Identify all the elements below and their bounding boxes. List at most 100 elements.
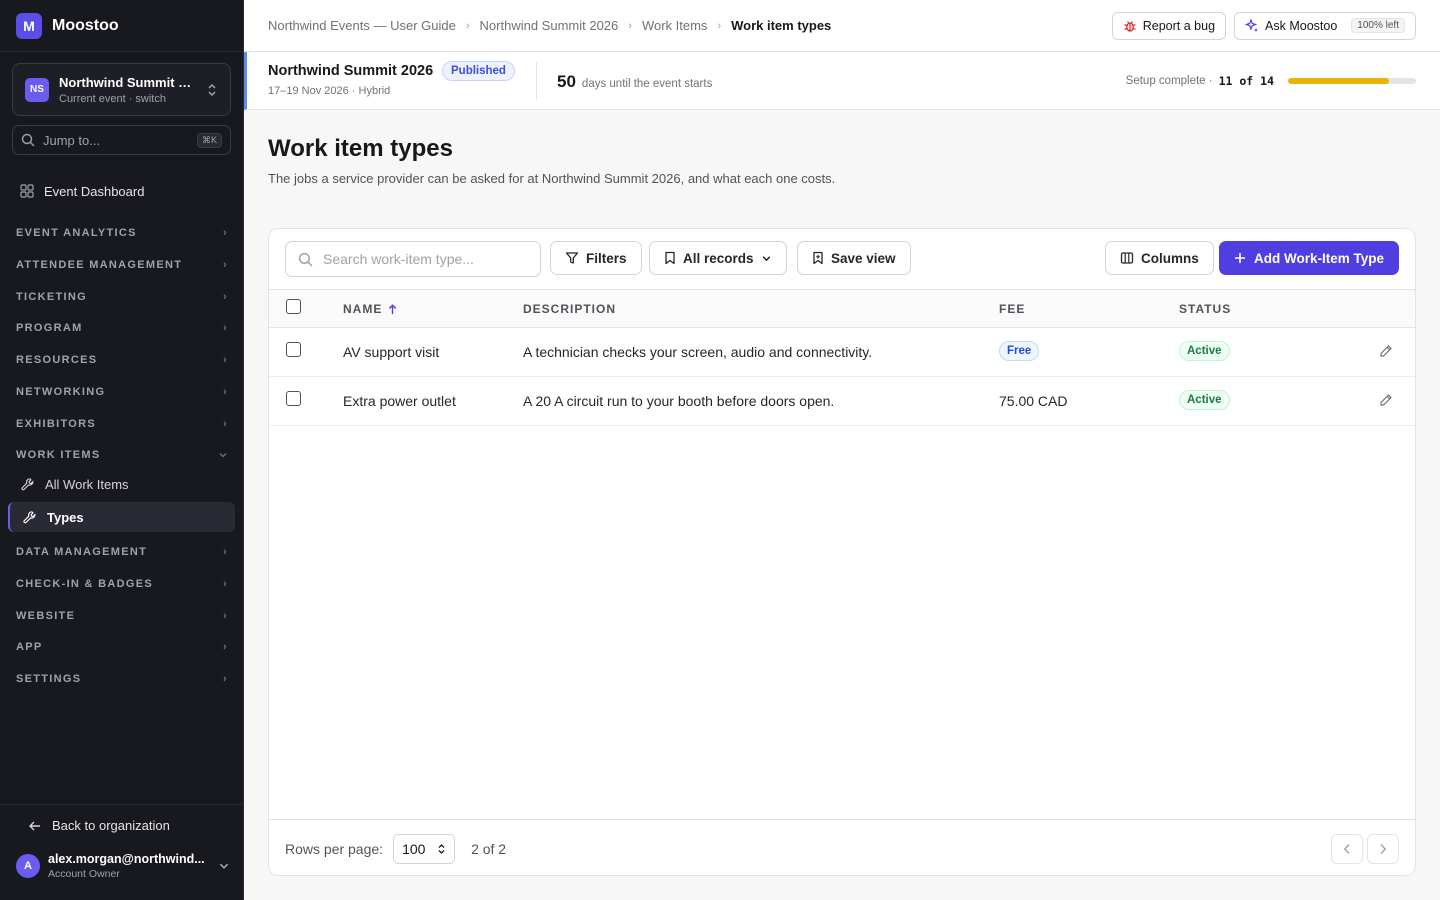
breadcrumb-item[interactable]: Northwind Summit 2026 [480,18,619,33]
table-row[interactable]: AV support visit A technician checks you… [269,328,1415,377]
jump-to-input[interactable]: Jump to... ⌘K [12,125,231,155]
sidebar-item-all-work-items[interactable]: All Work Items [8,469,235,499]
search-field[interactable] [285,241,541,277]
filters-button[interactable]: Filters [550,241,642,275]
wrench-icon [20,477,35,492]
nav-group-resources[interactable]: RESOURCES › [0,348,244,372]
chevron-right-icon: › [223,418,228,430]
nav-group-data-management[interactable]: DATA MANAGEMENT › [0,540,244,564]
page-description: The jobs a service provider can be asked… [268,171,836,186]
work-item-types-table-card: Filters All records Save view Columns Ad… [268,228,1416,876]
ask-moostoo-label: Ask Moostoo [1265,18,1338,33]
jump-shortcut: ⌘K [196,132,222,148]
nav-group-check-in-badges[interactable]: CHECK-IN & BADGES › [0,572,244,596]
row-checkbox[interactable] [286,391,301,406]
nav-group-work-items[interactable]: WORK ITEMS [0,443,244,467]
nav-group-label: DATA MANAGEMENT [16,546,148,558]
plus-icon [1234,252,1246,264]
edit-pencil-icon[interactable] [1379,344,1393,358]
nav-group-website[interactable]: WEBSITE › [0,604,244,628]
breadcrumb-item[interactable]: Northwind Events — User Guide [268,18,456,33]
nav-group-label: ATTENDEE MANAGEMENT [16,259,183,271]
sidebar-footer-divider [0,804,244,805]
edit-pencil-icon[interactable] [1379,393,1393,407]
column-header-description[interactable]: DESCRIPTION [523,302,616,316]
column-header-fee[interactable]: FEE [999,302,1025,316]
add-work-item-type-button[interactable]: Add Work-Item Type [1218,241,1399,275]
sidebar-item-label: Event Dashboard [44,183,145,199]
table-row[interactable]: Extra power outlet A 20 A circuit run to… [269,377,1415,426]
ask-moostoo-button[interactable]: Ask Moostoo 100% left [1234,11,1416,40]
column-header-name[interactable]: NAME [343,302,397,316]
nav-group-label: RESOURCES [16,354,98,366]
nav-group-app[interactable]: APP › [0,635,244,659]
bookmark-icon [664,251,676,265]
nav-group-networking[interactable]: NETWORKING › [0,380,244,404]
columns-button[interactable]: Columns [1105,241,1214,275]
previous-page-button[interactable] [1331,833,1363,864]
nav-group-label: NETWORKING [16,386,106,398]
progress-fill [1288,78,1389,84]
user-role: Account Owner [48,868,120,880]
chevron-right-icon: › [223,259,228,271]
event-switcher[interactable]: NS Northwind Summit 2... Current event ·… [12,63,231,116]
nav-group-label: WORK ITEMS [16,449,101,461]
breadcrumb: Northwind Events — User Guide › Northwin… [268,18,831,33]
nav-group-program[interactable]: PROGRAM › [0,316,244,340]
report-bug-label: Report a bug [1142,18,1216,33]
event-strip: Northwind Summit 2026 Published 17–19 No… [244,52,1440,110]
nav-group-label: PROGRAM [16,322,83,334]
nav-group-attendee-management[interactable]: ATTENDEE MANAGEMENT › [0,253,244,277]
table-footer: Rows per page: 100 2 of 2 [269,819,1415,875]
top-bar: Northwind Events — User Guide › Northwin… [244,0,1440,52]
rows-per-page-select[interactable]: 100 [393,833,456,864]
filters-label: Filters [586,250,627,266]
next-page-button[interactable] [1367,833,1399,864]
status-badge: Active [1179,341,1230,361]
nav-group-label: TICKETING [16,291,87,303]
countdown: 50 days until the event starts [557,72,712,92]
chevron-right-icon [1379,843,1387,855]
select-all-checkbox[interactable] [286,299,301,314]
brand[interactable]: M Moostoo [0,0,243,52]
nav-group-label: WEBSITE [16,610,76,622]
back-to-organization-link[interactable]: Back to organization [28,818,170,833]
setup-label: Setup complete · [1125,75,1213,87]
chevron-right-icon: › [223,322,228,334]
chevron-right-icon: › [223,227,228,239]
event-name: Northwind Summit 2026 [268,63,434,79]
nav-group-label: SETTINGS [16,673,82,685]
nav-group-event-analytics[interactable]: EVENT ANALYTICS › [0,221,244,245]
user-menu[interactable]: A alex.morgan@northwind... Account Owner [16,852,230,880]
status-badge: Published [442,61,515,81]
search-input[interactable] [323,251,523,267]
progress-bar [1288,78,1416,84]
nav-group-settings[interactable]: SETTINGS › [0,667,244,691]
save-view-button[interactable]: Save view [797,241,911,275]
chevron-up-down-icon [206,83,218,97]
column-header-status[interactable]: STATUS [1179,302,1231,316]
brand-logo: M [16,12,42,39]
chevron-right-icon: › [223,578,228,590]
sidebar-item-label: All Work Items [45,476,129,492]
columns-icon [1120,251,1134,265]
sidebar: M Moostoo NS Northwind Summit 2... Curre… [0,0,244,900]
nav-group-exhibitors[interactable]: EXHIBITORS › [0,412,244,436]
sidebar-item-event-dashboard[interactable]: Event Dashboard [12,177,231,205]
grid-icon [20,184,34,198]
row-checkbox[interactable] [286,342,301,357]
nav-group-ticketing[interactable]: TICKETING › [0,285,244,309]
report-bug-button[interactable]: Report a bug [1111,11,1227,40]
breadcrumb-item[interactable]: Work Items [642,18,708,33]
chevron-left-icon [1343,843,1351,855]
sidebar-item-label: Types [47,509,84,525]
rows-per-page-label: Rows per page: [285,840,384,857]
divider [536,62,537,100]
records-dropdown[interactable]: All records [649,241,787,275]
nav-group-label: EVENT ANALYTICS [16,227,137,239]
search-icon [21,133,35,147]
jump-placeholder: Jump to... [43,132,101,148]
sidebar-item-types[interactable]: Types [8,502,235,532]
setup-progress[interactable]: Setup complete · 11 of 14 [1126,74,1416,88]
nav-group-label: EXHIBITORS [16,418,97,430]
